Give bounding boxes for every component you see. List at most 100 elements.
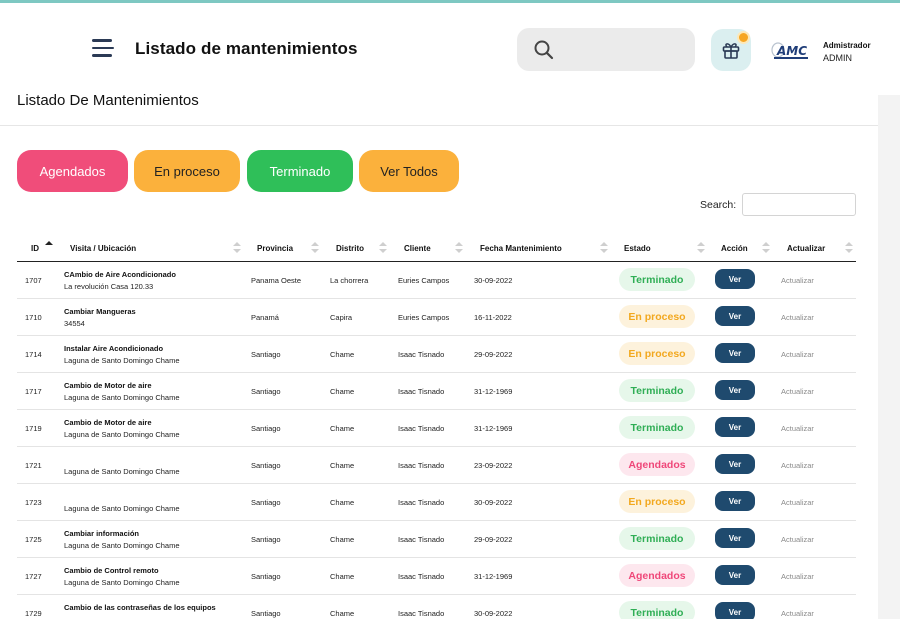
notification-dot [737,31,750,44]
cell-provincia: Panama Oeste [251,276,302,285]
cell-distrito: Chame [330,461,355,470]
column-header-estado[interactable]: Estado [624,244,651,253]
cell-visita-title: Instalar Aire Acondicionado [64,344,164,353]
column-header-distrito[interactable]: Distrito [336,244,364,253]
filter-ver-todos-button[interactable]: Ver Todos [359,150,459,192]
search-icon [534,40,554,60]
ver-button[interactable]: Ver [715,491,755,511]
cell-cliente: Euries Campos [398,276,450,285]
actualizar-link[interactable]: Actualizar [781,387,814,396]
cell-distrito: Chame [330,572,355,581]
cell-cliente: Isaac Tisnado [398,498,445,507]
scroll-area [878,95,900,619]
sort-asc-icon[interactable] [45,241,53,253]
filter-agendados-button[interactable]: Agendados [17,150,128,192]
actualizar-link[interactable]: Actualizar [781,609,814,618]
sort-arrows-icon[interactable] [311,242,319,254]
actualizar-link[interactable]: Actualizar [781,424,814,433]
ver-button[interactable]: Ver [715,528,755,548]
column-header-visita[interactable]: Visita / Ubicación [70,244,136,253]
sort-arrows-icon[interactable] [762,242,770,254]
cell-fecha: 31-12-1969 [474,424,513,433]
table-header: ID Visita / Ubicación Provincia Distrito… [17,235,856,262]
table-row: 1721 Laguna de Santo Domingo Chame Santiag… [17,447,856,484]
cell-provincia: Santiago [251,572,281,581]
table-row: 1714 Instalar Aire Acondicionado Laguna de… [17,336,856,373]
cell-cliente: Isaac Tisnado [398,572,445,581]
filter-terminado-button[interactable]: Terminado [247,150,353,192]
cell-provincia: Santiago [251,535,281,544]
filter-en-proceso-button[interactable]: En proceso [134,150,240,192]
sort-arrows-icon[interactable] [600,242,608,254]
actualizar-link[interactable]: Actualizar [781,313,814,322]
hamburger-menu-icon[interactable] [92,39,116,59]
cell-distrito: La chorrera [330,276,369,285]
user-role: Admistrador [823,41,871,50]
cell-id: 1714 [25,350,42,359]
status-badge: En proceso [619,305,695,328]
cell-ubicacion: Laguna de Santo Domingo Chame [64,504,180,513]
ver-button[interactable]: Ver [715,602,755,619]
cell-visita-title: Cambio de las contraseñas de los equipos [64,603,216,612]
cell-visita-title: Cambio de Motor de aire [64,381,152,390]
table-search-input[interactable] [742,193,856,216]
sort-arrows-icon[interactable] [233,242,241,254]
ver-button[interactable]: Ver [715,269,755,289]
cell-id: 1707 [25,276,42,285]
header-search-input[interactable] [517,28,695,71]
maintenance-table: ID Visita / Ubicación Provincia Distrito… [17,235,856,619]
table-row: 1717 Cambio de Motor de aire Laguna de San… [17,373,856,410]
cell-distrito: Chame [330,387,355,396]
cell-visita-title: Cambio de Control remoto [64,566,159,575]
sort-arrows-icon[interactable] [697,242,705,254]
cell-id: 1719 [25,424,42,433]
status-badge: Terminado [619,601,695,619]
column-header-id[interactable]: ID [31,244,39,253]
cell-visita-title: CAmbio de Aire Acondicionado [64,270,176,279]
cell-provincia: Santiago [251,350,281,359]
cell-cliente: Isaac Tisnado [398,424,445,433]
actualizar-link[interactable]: Actualizar [781,572,814,581]
actualizar-link[interactable]: Actualizar [781,498,814,507]
actualizar-link[interactable]: Actualizar [781,461,814,470]
column-header-accion[interactable]: Acción [721,244,748,253]
cell-provincia: Panamá [251,313,279,322]
column-header-cliente[interactable]: Cliente [404,244,431,253]
cell-fecha: 30-09-2022 [474,498,513,507]
sort-arrows-icon[interactable] [379,242,387,254]
column-header-provincia[interactable]: Provincia [257,244,293,253]
cell-ubicacion: Laguna de Santo Domingo Chame [64,541,180,550]
status-badge: Terminado [619,527,695,550]
cell-fecha: 23-09-2022 [474,461,513,470]
ver-button[interactable]: Ver [715,565,755,585]
cell-distrito: Chame [330,424,355,433]
cell-visita-title: Cambiar información [64,529,140,538]
cell-cliente: Isaac Tisnado [398,535,445,544]
actualizar-link[interactable]: Actualizar [781,350,814,359]
ver-button[interactable]: Ver [715,454,755,474]
cell-cliente: Isaac Tisnado [398,609,445,618]
cell-ubicacion: Laguna de Santo Domingo Chame [64,393,180,402]
cell-fecha: 30-09-2022 [474,276,513,285]
column-header-fecha[interactable]: Fecha Mantenimiento [480,244,562,253]
cell-id: 1717 [25,387,42,396]
top-header: Listado de mantenimientos AMC Admistrado… [0,3,900,88]
actualizar-link[interactable]: Actualizar [781,276,814,285]
ver-button[interactable]: Ver [715,306,755,326]
cell-provincia: Santiago [251,461,281,470]
actualizar-link[interactable]: Actualizar [781,535,814,544]
table-row: 1719 Cambio de Motor de aire Laguna de San… [17,410,856,447]
ver-button[interactable]: Ver [715,417,755,437]
sort-arrows-icon[interactable] [845,242,853,254]
cell-provincia: Santiago [251,498,281,507]
table-search-label: Search: [700,199,737,211]
cell-provincia: Santiago [251,424,281,433]
ver-button[interactable]: Ver [715,343,755,363]
cell-cliente: Isaac Tisnado [398,387,445,396]
sort-arrows-icon[interactable] [455,242,463,254]
cell-cliente: Euries Campos [398,313,450,322]
column-header-actualizar[interactable]: Actualizar [787,244,825,253]
ver-button[interactable]: Ver [715,380,755,400]
page-heading: Listado De Mantenimientos [17,92,199,109]
cell-id: 1710 [25,313,42,322]
